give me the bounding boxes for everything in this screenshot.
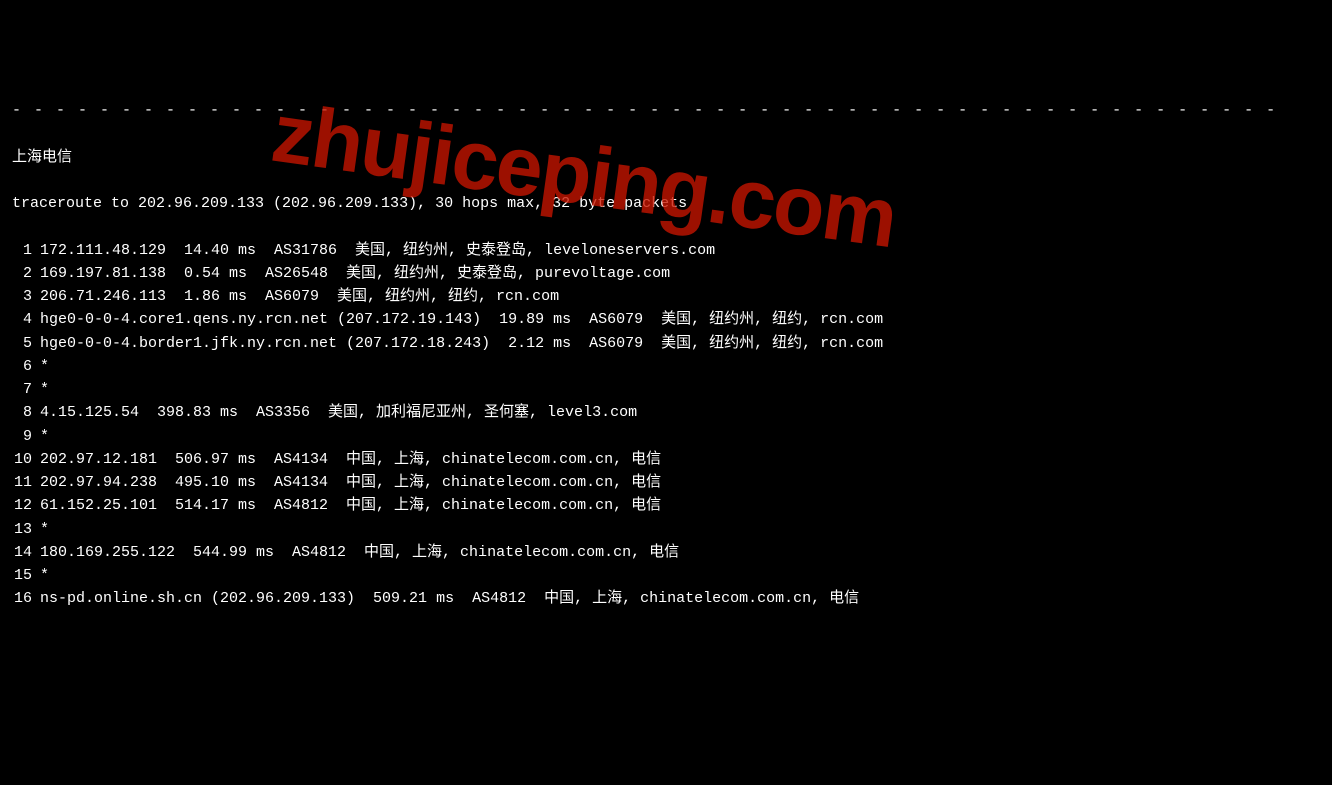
hop-detail: 202.97.12.181 506.97 ms AS4134 中国, 上海, c… [40, 448, 1320, 471]
hop-detail: 202.97.94.238 495.10 ms AS4134 中国, 上海, c… [40, 471, 1320, 494]
hop-number: 6 [12, 355, 40, 378]
hop-row: 4hge0-0-0-4.core1.qens.ny.rcn.net (207.1… [12, 308, 1320, 331]
hop-row: 2169.197.81.138 0.54 ms AS26548 美国, 纽约州,… [12, 262, 1320, 285]
hop-detail: 172.111.48.129 14.40 ms AS31786 美国, 纽约州,… [40, 239, 1320, 262]
hop-detail: 61.152.25.101 514.17 ms AS4812 中国, 上海, c… [40, 494, 1320, 517]
hop-number: 1 [12, 239, 40, 262]
hop-detail: * [40, 518, 1320, 541]
hop-detail: 206.71.246.113 1.86 ms AS6079 美国, 纽约州, 纽… [40, 285, 1320, 308]
hop-row: 11202.97.94.238 495.10 ms AS4134 中国, 上海,… [12, 471, 1320, 494]
hop-number: 8 [12, 401, 40, 424]
hop-row: 13* [12, 518, 1320, 541]
hop-row: 1172.111.48.129 14.40 ms AS31786 美国, 纽约州… [12, 239, 1320, 262]
hop-row: 16ns-pd.online.sh.cn (202.96.209.133) 50… [12, 587, 1320, 610]
hop-number: 14 [12, 541, 40, 564]
hop-detail: * [40, 355, 1320, 378]
hop-row: 14180.169.255.122 544.99 ms AS4812 中国, 上… [12, 541, 1320, 564]
hop-number: 4 [12, 308, 40, 331]
hop-row: 5hge0-0-0-4.border1.jfk.ny.rcn.net (207.… [12, 332, 1320, 355]
hop-row: 7* [12, 378, 1320, 401]
hop-number: 12 [12, 494, 40, 517]
hop-row: 15* [12, 564, 1320, 587]
hop-number: 16 [12, 587, 40, 610]
hop-number: 5 [12, 332, 40, 355]
hop-detail: hge0-0-0-4.border1.jfk.ny.rcn.net (207.1… [40, 332, 1320, 355]
title-line: 上海电信 [12, 146, 1320, 169]
hops-list: 1172.111.48.129 14.40 ms AS31786 美国, 纽约州… [12, 239, 1320, 611]
hop-row: 6* [12, 355, 1320, 378]
hop-detail: * [40, 425, 1320, 448]
traceroute-intro: traceroute to 202.96.209.133 (202.96.209… [12, 192, 1320, 215]
hop-detail: * [40, 564, 1320, 587]
hop-detail: * [40, 378, 1320, 401]
hop-number: 11 [12, 471, 40, 494]
hop-detail: ns-pd.online.sh.cn (202.96.209.133) 509.… [40, 587, 1320, 610]
hop-number: 10 [12, 448, 40, 471]
hop-number: 13 [12, 518, 40, 541]
hop-row: 84.15.125.54 398.83 ms AS3356 美国, 加利福尼亚州… [12, 401, 1320, 424]
hop-number: 15 [12, 564, 40, 587]
hop-number: 2 [12, 262, 40, 285]
hop-detail: 4.15.125.54 398.83 ms AS3356 美国, 加利福尼亚州,… [40, 401, 1320, 424]
hop-detail: hge0-0-0-4.core1.qens.ny.rcn.net (207.17… [40, 308, 1320, 331]
hop-detail: 180.169.255.122 544.99 ms AS4812 中国, 上海,… [40, 541, 1320, 564]
hop-row: 9* [12, 425, 1320, 448]
hop-detail: 169.197.81.138 0.54 ms AS26548 美国, 纽约州, … [40, 262, 1320, 285]
hop-number: 9 [12, 425, 40, 448]
hop-row: 10202.97.12.181 506.97 ms AS4134 中国, 上海,… [12, 448, 1320, 471]
separator-line: - - - - - - - - - - - - - - - - - - - - … [12, 99, 1320, 122]
hop-number: 3 [12, 285, 40, 308]
hop-row: 1261.152.25.101 514.17 ms AS4812 中国, 上海,… [12, 494, 1320, 517]
hop-row: 3206.71.246.113 1.86 ms AS6079 美国, 纽约州, … [12, 285, 1320, 308]
hop-number: 7 [12, 378, 40, 401]
